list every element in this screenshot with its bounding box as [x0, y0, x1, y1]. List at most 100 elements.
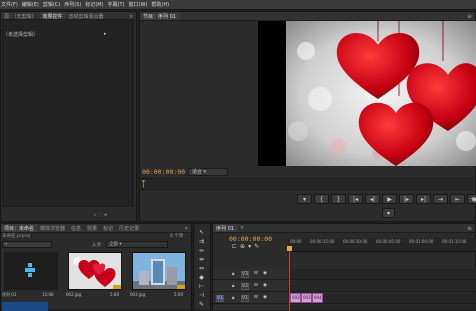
sequence-icon: [25, 263, 35, 277]
track-header-v2: 🔒︎ V2 ⊟ ◉: [213, 281, 288, 292]
razor-tool-icon[interactable]: ◆: [197, 274, 206, 281]
hearts-image: [258, 21, 476, 166]
source-patch-v1[interactable]: V1: [216, 295, 224, 302]
track-area-a1[interactable]: [288, 305, 476, 311]
selection-tool-icon[interactable]: ↖: [197, 229, 206, 236]
effect-controls-list: [2, 19, 129, 207]
project-footer-thumb: [2, 302, 48, 311]
expand-arrow-icon[interactable]: ▸: [104, 31, 107, 37]
project-search-input[interactable]: ⌕: [2, 241, 52, 248]
tab-markers[interactable]: 标记: [100, 224, 116, 232]
project-item-002[interactable]: 002.jpg 5:00: [66, 252, 124, 300]
overwrite-button[interactable]: ⇤: [450, 194, 465, 204]
program-menu-icon[interactable]: ≡: [467, 13, 472, 20]
add-marker-button[interactable]: ▾: [297, 194, 312, 204]
fit-dropdown[interactable]: 适合 ▾: [188, 168, 228, 176]
clip-004[interactable]: 004: [312, 293, 323, 303]
linked-selection-icon[interactable]: ⊕: [240, 243, 245, 250]
tab-project[interactable]: 项目：未命名: [1, 224, 38, 232]
go-to-in-button[interactable]: |◂: [348, 194, 363, 204]
clip-002[interactable]: 002: [290, 293, 301, 303]
sync-lock-icon[interactable]: ⊟: [254, 271, 258, 276]
play-button[interactable]: ▶: [382, 194, 397, 204]
menu-bar: 文件(F) 编辑(E) 剪辑(C) 序列(S) 标记(M) 字幕(T) 窗口(W…: [0, 0, 476, 10]
rate-stretch-tool-icon[interactable]: ⇔: [197, 265, 206, 272]
project-item-sequence[interactable]: 序列 01 15:00: [2, 252, 60, 300]
tab-media-browser[interactable]: 媒体浏览器: [37, 224, 68, 232]
eye-icon[interactable]: ◉: [263, 283, 267, 288]
track-header-v3: 🔒︎ V3 ⊟ ◉: [213, 269, 288, 280]
tab-program[interactable]: 节目：序列 01: [140, 12, 179, 20]
item-duration: 5:00: [174, 292, 183, 297]
timeline-playhead-line: [289, 251, 290, 311]
add-marker-icon[interactable]: ▾: [248, 243, 251, 250]
track-v1-label[interactable]: V1: [241, 295, 249, 302]
menu-sequence[interactable]: 序列(S): [64, 1, 81, 8]
program-video-frame: [258, 21, 476, 166]
project-menu-icon[interactable]: »: [184, 225, 188, 232]
settings-wrench-icon[interactable]: ✎: [254, 243, 259, 250]
timeline-tool-row: ⊏ ⊕ ▾ ✎: [232, 243, 259, 250]
item-duration: 15:00: [42, 292, 54, 297]
close-tab-icon[interactable]: ×: [237, 224, 247, 232]
tab-history[interactable]: 历史记录: [116, 224, 142, 232]
track-v3-label[interactable]: V3: [241, 271, 249, 278]
item-name: 003.jpg: [130, 292, 146, 297]
panel-footer-icons: ▹ ⋮ ▸: [94, 212, 108, 218]
project-item-003[interactable]: 003.jpg 5:00: [130, 252, 188, 300]
sync-lock-icon[interactable]: ⊟: [254, 283, 258, 288]
button-editor-button[interactable]: ▾: [382, 208, 395, 218]
menu-help[interactable]: 帮助(H): [151, 1, 169, 8]
fit-value: 适合: [192, 169, 203, 175]
snap-icon[interactable]: ⊏: [232, 243, 237, 250]
track-area-v3[interactable]: [288, 269, 476, 280]
step-forward-button[interactable]: |▸: [399, 194, 414, 204]
track-header-a1: [213, 305, 288, 311]
track-select-tool-icon[interactable]: ⇉: [197, 238, 206, 245]
program-time-ruler[interactable]: [141, 178, 474, 190]
program-tabbar: 节目：序列 01 ≡: [140, 12, 475, 21]
entry-dropdown[interactable]: 全部 ▾: [106, 241, 168, 248]
ripple-edit-tool-icon[interactable]: ⟛: [197, 247, 206, 254]
program-timecode[interactable]: 00:00:00:00: [142, 168, 185, 176]
pen-tool-icon[interactable]: ✎: [197, 301, 206, 308]
program-playhead-icon[interactable]: [142, 178, 145, 190]
slide-tool-icon[interactable]: ⊣: [197, 292, 206, 299]
menu-title[interactable]: 字幕(T): [108, 1, 125, 8]
clip-003[interactable]: 003: [301, 293, 312, 303]
rolling-edit-tool-icon[interactable]: ⇹: [197, 256, 206, 263]
eye-icon[interactable]: ◉: [263, 271, 267, 276]
insert-button[interactable]: ⇥: [433, 194, 448, 204]
mark-in-button[interactable]: {: [314, 194, 329, 204]
lock-icon[interactable]: 🔒︎: [232, 283, 234, 289]
sync-lock-icon[interactable]: ⊟: [254, 295, 258, 300]
slip-tool-icon[interactable]: ⊢: [197, 283, 206, 290]
lock-icon[interactable]: 🔒︎: [232, 295, 234, 301]
ruler-tick-label: 00:01:15:00: [442, 239, 467, 244]
menu-file[interactable]: 文件(F): [1, 1, 18, 8]
menu-edit[interactable]: 编辑(E): [22, 1, 39, 8]
entry-value: 全部: [109, 242, 118, 247]
go-to-out-button[interactable]: ▸|: [416, 194, 431, 204]
item-name: 002.jpg: [66, 292, 82, 297]
ruler-tick-label: 00:01:00:00: [409, 239, 434, 244]
tab-sequence[interactable]: 序列 01: [213, 224, 237, 232]
timeline-menu-icon[interactable]: ≡: [467, 225, 472, 232]
eye-icon[interactable]: ◉: [263, 295, 267, 300]
timeline-timecode[interactable]: 00:00:00:00: [229, 235, 272, 243]
mark-out-button[interactable]: }: [331, 194, 346, 204]
transport-controls: ▾ { } |◂ ◂| ▶ |▸ ▸| ⇥ ⇤ ◉: [297, 194, 476, 204]
step-back-button[interactable]: ◂|: [365, 194, 380, 204]
item-name: 序列 01: [2, 292, 17, 297]
menu-marker[interactable]: 标记(M): [85, 1, 103, 8]
track-area-v2[interactable]: [288, 281, 476, 292]
left-panel-scrollbar[interactable]: [130, 19, 134, 207]
tab-effects[interactable]: 效果: [84, 224, 100, 232]
tab-info[interactable]: 信息: [68, 224, 84, 232]
lock-icon[interactable]: 🔒︎: [232, 271, 234, 277]
timeline-tabbar: 序列 01 × ≡: [213, 224, 475, 233]
track-v2-label[interactable]: V2: [241, 283, 249, 290]
menu-clip[interactable]: 剪辑(C): [43, 1, 60, 8]
add-button-icon[interactable]: +: [470, 196, 475, 203]
menu-window[interactable]: 窗口(W): [129, 1, 148, 8]
